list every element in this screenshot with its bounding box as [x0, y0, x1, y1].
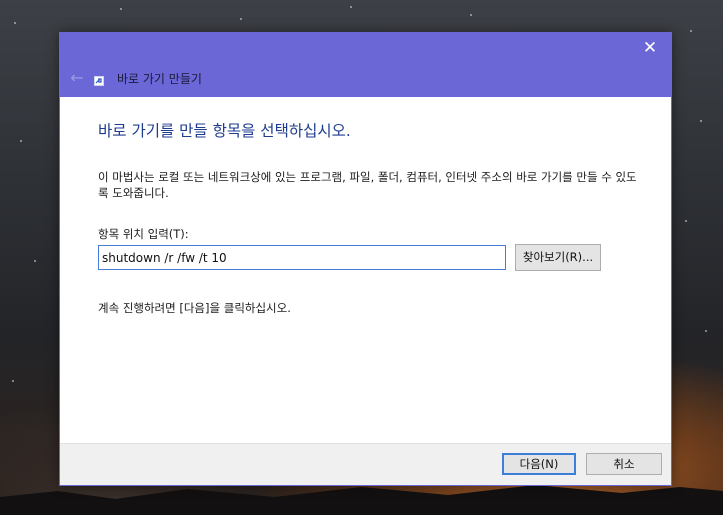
next-button[interactable]: 다음(N) — [502, 453, 576, 475]
location-label: 항목 위치 입력(T): — [98, 227, 189, 241]
back-arrow-icon[interactable]: ← — [66, 67, 88, 89]
button-bar: 다음(N) 취소 — [60, 443, 671, 485]
wizard-description: 이 마법사는 로컬 또는 네트워크상에 있는 프로그램, 파일, 폴더, 컴퓨터… — [98, 170, 637, 200]
create-shortcut-dialog: ✕ ← 바로 가기 만들기 바로 가기를 만들 항목을 선택하십시오. 이 마법… — [59, 32, 672, 486]
title-bar: ✕ ← 바로 가기 만들기 — [60, 33, 671, 97]
location-input[interactable] — [98, 245, 506, 270]
browse-button[interactable]: 찾아보기(R)... — [515, 244, 601, 271]
cancel-button[interactable]: 취소 — [586, 453, 662, 475]
continue-instruction: 계속 진행하려면 [다음]을 클릭하십시오. — [98, 301, 291, 315]
window-title: 바로 가기 만들기 — [117, 72, 202, 86]
page-heading: 바로 가기를 만들 항목을 선택하십시오. — [98, 122, 351, 140]
shortcut-wizard-icon — [94, 76, 104, 86]
close-icon[interactable]: ✕ — [635, 37, 665, 59]
